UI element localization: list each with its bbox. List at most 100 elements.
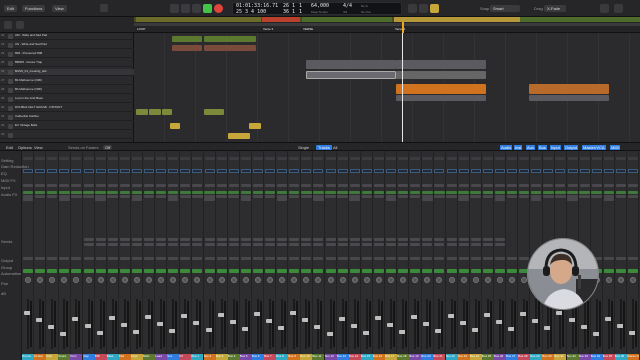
- plugin-slot[interactable]: [482, 194, 493, 198]
- plugin-slot[interactable]: [615, 191, 627, 195]
- send-slot[interactable]: [482, 243, 493, 246]
- automation-mode[interactable]: [59, 269, 70, 273]
- plugin-slot[interactable]: [337, 194, 348, 198]
- marker-verse-3[interactable]: Verse 3: [262, 17, 300, 31]
- plugin-slot[interactable]: [46, 191, 58, 195]
- plugin-slot[interactable]: [518, 194, 530, 198]
- output-slot[interactable]: [277, 257, 288, 260]
- output-slot[interactable]: [470, 257, 481, 260]
- plugin-slot[interactable]: [494, 191, 506, 195]
- plugin-slot[interactable]: [530, 191, 542, 195]
- stop-icon[interactable]: [192, 4, 201, 13]
- plugin-slot[interactable]: [422, 198, 433, 202]
- plugin-slot[interactable]: [71, 191, 82, 195]
- channel-strip[interactable]: Bus 10: [300, 151, 313, 360]
- channel-strip[interactable]: Clap: [82, 151, 95, 360]
- send-slot[interactable]: [228, 238, 239, 241]
- send-slot[interactable]: [446, 238, 457, 241]
- plugin-slot[interactable]: [180, 194, 191, 198]
- plugin-slot[interactable]: [83, 191, 94, 195]
- track-row[interactable]: 30 DOUBLE FELT GRAND - DISTANT: [0, 105, 134, 113]
- pan-knob[interactable]: [363, 277, 370, 283]
- send-slot[interactable]: [313, 238, 324, 241]
- channel-strip[interactable]: Bus 26: [493, 151, 507, 360]
- send-slot[interactable]: [422, 238, 433, 241]
- plugin-slot[interactable]: [264, 191, 276, 195]
- send-slot[interactable]: [410, 243, 421, 246]
- input-slot[interactable]: [228, 184, 239, 187]
- automation-mode[interactable]: [252, 269, 263, 273]
- plugin-slot[interactable]: [276, 191, 288, 195]
- add-track-icon[interactable]: [4, 21, 12, 29]
- setting-slot[interactable]: [519, 157, 530, 160]
- pan-knob[interactable]: [206, 277, 213, 283]
- pan-knob[interactable]: [291, 277, 298, 283]
- setting-slot[interactable]: [35, 157, 46, 160]
- output-slot[interactable]: [35, 257, 46, 260]
- region[interactable]: [529, 84, 609, 94]
- region[interactable]: [249, 123, 261, 129]
- track-row[interactable]: 29 Lost in the Grid Bass: [0, 96, 134, 104]
- automation-mode[interactable]: [434, 269, 445, 273]
- channel-strip[interactable]: Bus 22: [445, 151, 458, 360]
- eq-thumbnail[interactable]: [446, 169, 457, 173]
- filter-master-vca[interactable]: Master/VCA: [582, 145, 606, 150]
- eq-thumbnail[interactable]: [204, 169, 215, 173]
- automation-mode[interactable]: [458, 269, 469, 273]
- setting-slot[interactable]: [628, 157, 638, 160]
- marker-verse[interactable]: VERSE: [302, 17, 392, 31]
- pan-knob[interactable]: [25, 277, 31, 283]
- automation-mode[interactable]: [156, 269, 167, 273]
- input-slot[interactable]: [252, 184, 263, 187]
- filter-midi[interactable]: MIDI: [610, 145, 621, 150]
- input-slot[interactable]: [47, 184, 58, 187]
- plugin-slot[interactable]: [567, 198, 578, 202]
- channel-strip[interactable]: Bus 7: [264, 151, 277, 360]
- filter-inst[interactable]: Inst: [514, 145, 523, 150]
- setting-slot[interactable]: [180, 157, 191, 160]
- send-slot[interactable]: [434, 243, 445, 246]
- region[interactable]: [396, 84, 486, 94]
- pan-knob[interactable]: [146, 277, 152, 283]
- send-slot[interactable]: [337, 238, 348, 241]
- eq-thumbnail[interactable]: [35, 169, 46, 173]
- forward-icon[interactable]: [181, 4, 190, 13]
- setting-slot[interactable]: [313, 157, 324, 160]
- track-row[interactable]: 25 BB005 - Future Trap: [0, 60, 134, 68]
- input-slot[interactable]: [168, 184, 179, 187]
- pan-knob[interactable]: [617, 277, 624, 283]
- lcd-display[interactable]: 01:01:33:16.71 25 3 4 100 26 1 36 1 1 1 …: [232, 2, 402, 15]
- eq-thumbnail[interactable]: [422, 169, 433, 173]
- setting-slot[interactable]: [119, 157, 130, 160]
- channel-strip[interactable]: Bus 12: [324, 151, 337, 360]
- send-slot[interactable]: [373, 243, 384, 246]
- send-slot[interactable]: [337, 243, 348, 246]
- filter-audio[interactable]: Audio: [500, 145, 513, 150]
- setting-slot[interactable]: [555, 157, 566, 160]
- eq-thumbnail[interactable]: [543, 169, 554, 173]
- setting-slot[interactable]: [23, 157, 33, 160]
- send-slot[interactable]: [482, 238, 493, 241]
- channel-strip[interactable]: Bus 20: [421, 151, 434, 360]
- send-slot[interactable]: [131, 243, 142, 246]
- pan-knob[interactable]: [472, 277, 479, 283]
- plugin-slot[interactable]: [530, 198, 542, 202]
- send-slot[interactable]: [410, 238, 421, 241]
- send-slot[interactable]: [361, 238, 372, 241]
- input-slot[interactable]: [337, 184, 348, 187]
- plugin-slot[interactable]: [59, 198, 70, 202]
- plugin-slot[interactable]: [373, 191, 385, 195]
- input-slot[interactable]: [107, 184, 118, 187]
- setting-slot[interactable]: [252, 157, 263, 160]
- send-slot[interactable]: [301, 243, 312, 246]
- plugin-slot[interactable]: [167, 191, 179, 195]
- track-row[interactable]: 31 Cathedral Carillon: [0, 114, 134, 122]
- input-slot[interactable]: [35, 184, 46, 187]
- channel-strip[interactable]: Vox: [167, 151, 180, 360]
- region[interactable]: [306, 60, 396, 69]
- pan-knob[interactable]: [170, 277, 177, 283]
- channel-strip[interactable]: Bus 21: [433, 151, 446, 360]
- send-slot[interactable]: [131, 238, 142, 241]
- send-slot[interactable]: [119, 243, 130, 246]
- output-slot[interactable]: [615, 257, 626, 260]
